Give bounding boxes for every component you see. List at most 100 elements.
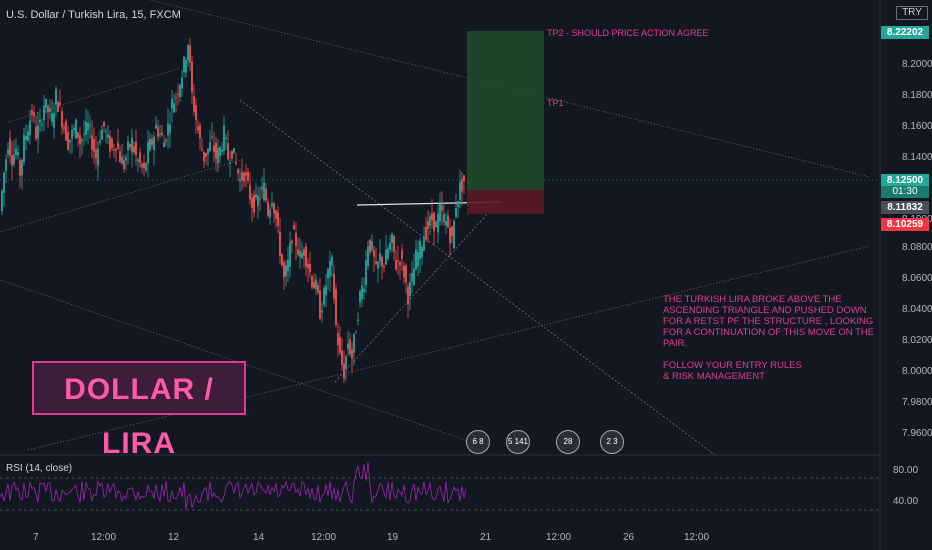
- candle-down: [227, 143, 229, 160]
- candle-down: [123, 160, 125, 170]
- candle-down: [203, 151, 205, 162]
- candle-down: [433, 212, 435, 232]
- candle-up: [43, 105, 45, 121]
- economic-event-icon[interactable]: 28: [556, 430, 580, 454]
- candle-down: [349, 339, 351, 354]
- candle-up: [83, 134, 85, 136]
- economic-event-icon[interactable]: 2 3: [600, 430, 624, 454]
- candle-up: [5, 158, 7, 171]
- economic-event-icon[interactable]: 5 141: [506, 430, 530, 454]
- candle-down: [279, 231, 281, 257]
- candle-down: [197, 126, 199, 131]
- candle-up: [17, 152, 19, 156]
- candle-up: [15, 148, 17, 155]
- candle-down: [307, 264, 309, 269]
- candle-down: [35, 127, 37, 140]
- candle-up: [365, 260, 367, 286]
- candle-up: [287, 260, 289, 272]
- candle-down: [251, 197, 253, 208]
- candle-up: [155, 124, 157, 129]
- candle-up: [377, 261, 379, 269]
- date-axis-label: 12:00: [311, 532, 337, 543]
- candle-up: [13, 154, 15, 165]
- candle-down: [253, 195, 255, 213]
- candle-down: [447, 215, 449, 228]
- candle-up: [299, 250, 301, 257]
- candle-up: [455, 208, 457, 217]
- candle-down: [113, 149, 115, 151]
- candle-down: [281, 254, 283, 266]
- position-tool[interactable]: [467, 31, 544, 214]
- candle-up: [7, 149, 9, 155]
- tp2-price-tag: 8.22202: [881, 26, 929, 39]
- candle-up: [69, 139, 71, 143]
- price-axis-label: 8.00000: [902, 366, 932, 377]
- candle-up: [289, 242, 291, 267]
- candle-up: [81, 139, 83, 142]
- candle-down: [311, 276, 313, 288]
- candle-down: [199, 125, 201, 139]
- date-axis-label: 12:00: [546, 532, 572, 543]
- candle-up: [37, 125, 39, 139]
- stop-price-tag: 8.10259: [881, 218, 929, 231]
- candle-down: [9, 138, 11, 156]
- candle-up: [87, 122, 89, 131]
- candle-up: [355, 332, 357, 334]
- candle-down: [427, 221, 429, 229]
- candle-up: [347, 343, 349, 350]
- candle-up: [329, 260, 331, 277]
- pair-label: DOLLAR / LIRA: [32, 361, 246, 460]
- candle-up: [359, 290, 361, 303]
- candle-up: [429, 216, 431, 226]
- candle-up: [225, 137, 227, 139]
- candle-up: [239, 179, 241, 182]
- candle-down: [341, 350, 343, 365]
- candle-down: [305, 246, 307, 267]
- economic-event-icon[interactable]: 6 8: [466, 430, 490, 454]
- candle-up: [121, 156, 123, 165]
- tp2-annotation: TP2 - SHOULD PRICE ACTION AGREE: [547, 28, 709, 38]
- bar-countdown: 01:30: [881, 186, 929, 198]
- candle-down: [267, 202, 269, 216]
- candle-up: [415, 249, 417, 270]
- candle-up: [85, 121, 87, 135]
- candle-up: [71, 129, 73, 139]
- candle-down: [373, 249, 375, 257]
- candle-up: [257, 195, 259, 207]
- candle-up: [55, 88, 57, 105]
- candle-up: [327, 269, 329, 279]
- candle-up: [147, 141, 149, 164]
- candle-down: [265, 188, 267, 201]
- candle-up: [29, 120, 31, 135]
- candle-up: [219, 147, 221, 157]
- analysis-note: THE TURKISH LIRA BROKE ABOVE THE ASCENDI…: [663, 294, 875, 382]
- price-axis-label: 7.96000: [902, 428, 932, 439]
- candle-down: [141, 163, 143, 168]
- price-axis-label: 8.06000: [902, 273, 932, 284]
- candle-up: [263, 182, 265, 201]
- candle-down: [133, 146, 135, 153]
- candle-up: [437, 213, 439, 233]
- candle-down: [67, 131, 69, 150]
- candle-up: [379, 253, 381, 262]
- candle-down: [297, 249, 299, 255]
- candle-down: [115, 148, 117, 151]
- rsi-title[interactable]: RSI (14, close): [6, 463, 72, 474]
- candle-up: [387, 248, 389, 259]
- candle-down: [189, 45, 191, 63]
- currency-badge[interactable]: TRY: [896, 6, 928, 20]
- date-axis-label: 26: [623, 532, 635, 543]
- candle-up: [445, 221, 447, 226]
- candle-down: [403, 265, 405, 278]
- date-axis-label: 12: [168, 532, 180, 543]
- candle-up: [23, 134, 25, 163]
- candle-up: [255, 194, 257, 198]
- candle-up: [271, 202, 273, 207]
- candle-down: [451, 226, 453, 237]
- candle-down: [95, 149, 97, 159]
- candle-down: [151, 138, 153, 145]
- candle-up: [417, 251, 419, 267]
- date-axis-label: 14: [253, 532, 265, 543]
- candle-down: [293, 225, 295, 230]
- rsi-axis-label: 40.00: [893, 496, 919, 507]
